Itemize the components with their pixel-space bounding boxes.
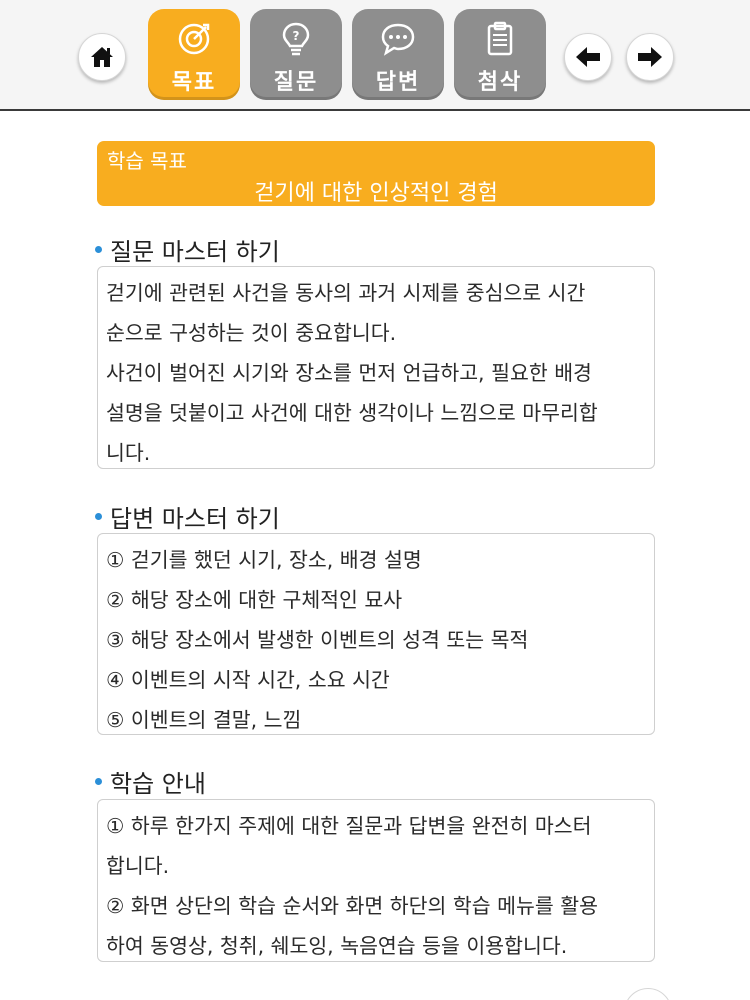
list-item: ② 해당 장소에 대한 구체적인 묘사 — [106, 588, 403, 612]
next-button[interactable] — [626, 33, 674, 81]
svg-text:?: ? — [293, 29, 300, 43]
target-icon — [178, 23, 210, 55]
tab-correction[interactable]: 첨삭 — [454, 9, 546, 100]
section-title-answer-master: 답변 마스터 하기 — [95, 499, 280, 534]
tab-correction-label: 첨삭 — [477, 70, 523, 95]
text-line: 합니다. — [106, 854, 170, 878]
lightbulb-icon: ? — [282, 22, 310, 56]
section-title-text: 답변 마스터 하기 — [110, 505, 280, 533]
tab-question[interactable]: ? 질문 — [250, 9, 342, 100]
text-line: 순으로 구성하는 것이 중요합니다. — [106, 321, 397, 345]
section-box-answer-master: ① 걷기를 했던 시기, 장소, 배경 설명 ② 해당 장소에 대한 구체적인 … — [97, 533, 655, 735]
tab-goal[interactable]: 목표 — [148, 9, 240, 100]
text-line: 하여 동영상, 청취, 쉐도잉, 녹음연습 등을 이용합니다. — [106, 934, 568, 958]
clipboard-icon — [487, 21, 513, 56]
section-box-question-master: 걷기에 관련된 사건을 동사의 과거 시제를 중심으로 시간 순으로 구성하는 … — [97, 266, 655, 469]
text-line: 사건이 벌어진 시기와 장소를 먼저 언급하고, 필요한 배경 — [106, 361, 592, 385]
section-title-text: 질문 마스터 하기 — [110, 238, 280, 266]
floating-button[interactable] — [624, 988, 672, 1000]
section-title-text: 학습 안내 — [110, 770, 206, 798]
text-line: ② 화면 상단의 학습 순서와 화면 하단의 학습 메뉴를 활용 — [106, 894, 598, 918]
tab-goal-label: 목표 — [171, 70, 217, 95]
text-line: 걷기에 관련된 사건을 동사의 과거 시제를 중심으로 시간 — [106, 281, 586, 305]
list-item: ⑤ 이벤트의 결말, 느낌 — [106, 708, 302, 732]
bullet-dot-icon — [95, 246, 102, 253]
bullet-dot-icon — [95, 778, 102, 785]
list-item: ④ 이벤트의 시작 시간, 소요 시간 — [106, 668, 390, 692]
list-item: ① 걷기를 했던 시기, 장소, 배경 설명 — [106, 548, 422, 572]
home-button[interactable] — [78, 33, 126, 81]
learning-goal-label: 학습 목표 — [107, 149, 187, 173]
section-title-study-guide: 학습 안내 — [95, 764, 206, 799]
text-line: 설명을 덧붙이고 사건에 대한 생각이나 느낌으로 마무리합 — [106, 401, 598, 425]
tab-answer-label: 답변 — [375, 70, 421, 95]
section-box-study-guide: ① 하루 한가지 주제에 대한 질문과 답변을 완전히 마스터 합니다. ② 화… — [97, 799, 655, 962]
list-item: ③ 해당 장소에서 발생한 이벤트의 성격 또는 목적 — [106, 628, 529, 652]
text-line: ① 하루 한가지 주제에 대한 질문과 답변을 완전히 마스터 — [106, 814, 592, 838]
arrow-left-icon — [576, 47, 600, 67]
previous-button[interactable] — [564, 33, 612, 81]
learning-goal-topic: 걷기에 대한 인상적인 경험 — [254, 181, 498, 206]
speech-bubble-icon — [381, 23, 415, 56]
text-line: 니다. — [106, 441, 151, 465]
tab-answer[interactable]: 답변 — [352, 9, 444, 100]
bullet-dot-icon — [95, 513, 102, 520]
learning-goal-banner: 학습 목표 걷기에 대한 인상적인 경험 — [97, 141, 655, 206]
arrow-right-icon — [638, 47, 662, 67]
top-nav-bar: 목표 ? 질문 답변 첨삭 — [0, 0, 750, 111]
home-icon — [91, 47, 113, 67]
tab-question-label: 질문 — [273, 70, 319, 95]
section-title-question-master: 질문 마스터 하기 — [95, 232, 280, 267]
